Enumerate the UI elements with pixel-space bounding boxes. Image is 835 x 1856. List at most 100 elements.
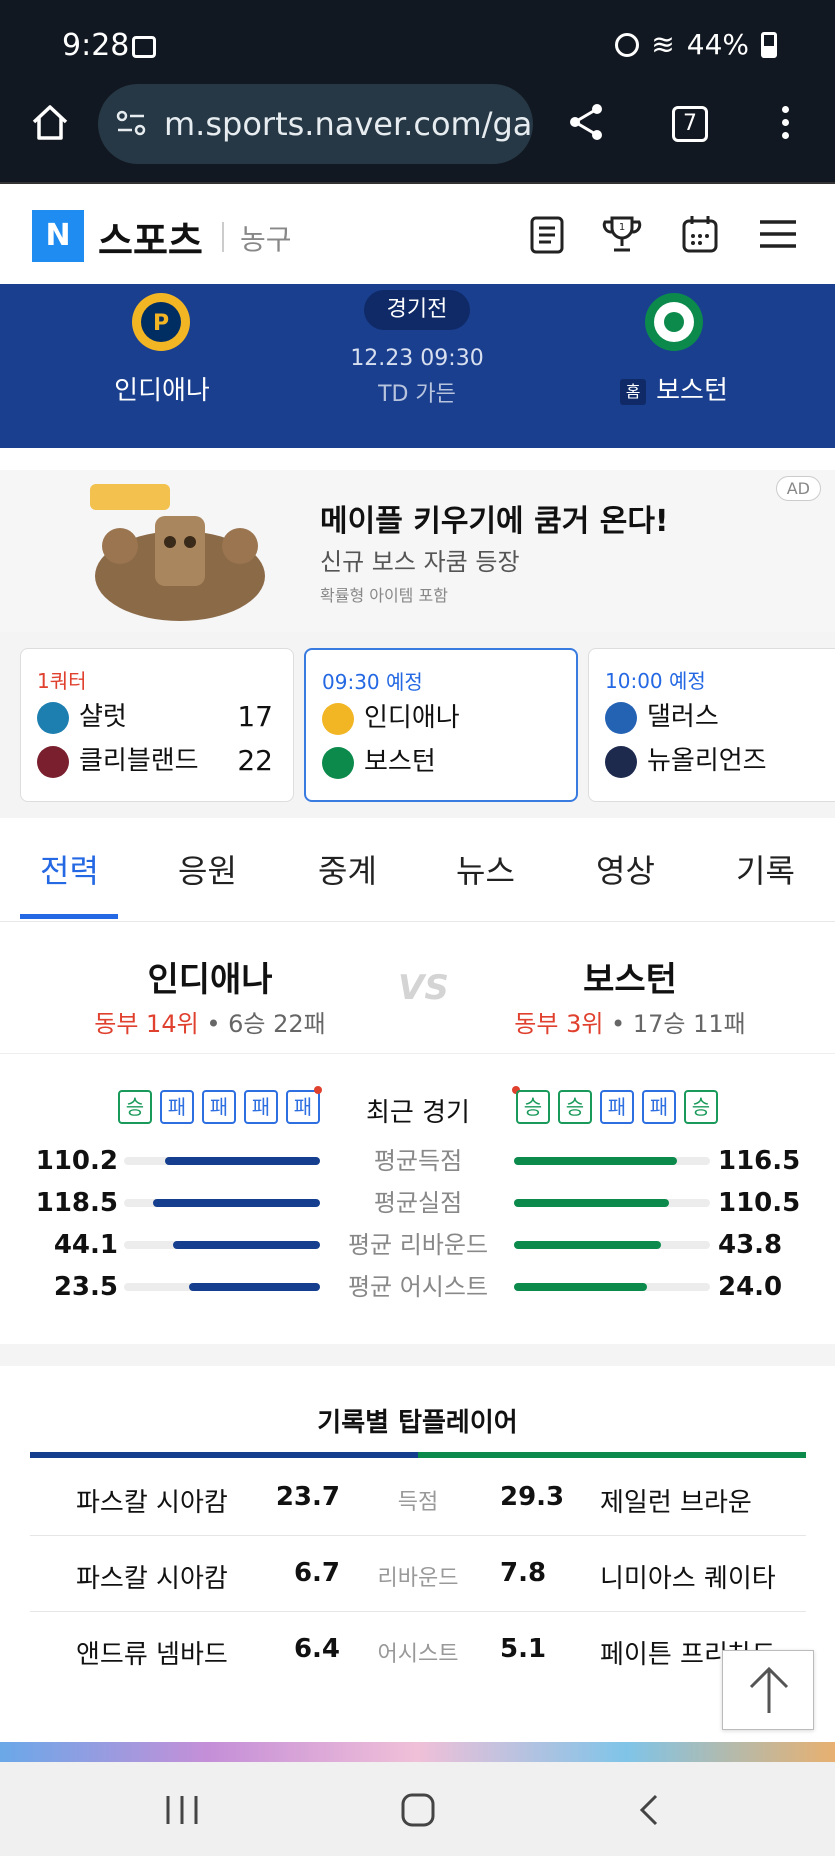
left-player-name[interactable]: 앤드류 넴바드	[76, 1634, 228, 1671]
browser-toolbar: m.sports.naver.com/ga 7	[0, 84, 835, 182]
team-name: 클리블랜드	[79, 746, 199, 776]
stat-right-fill	[514, 1157, 677, 1165]
site-title[interactable]: 스포츠	[98, 210, 203, 265]
more-menu-icon[interactable]	[782, 106, 790, 146]
game-card-status: 10:00 예정	[605, 669, 706, 693]
ad-badge[interactable]: AD	[775, 476, 821, 501]
indiana-logo[interactable]: P	[131, 292, 191, 352]
stat-row-allowed: 118.5 평균실점 110.5	[0, 1182, 835, 1224]
team-score: 17	[237, 700, 273, 733]
home-color-bar	[418, 1452, 806, 1458]
game-status-badge: 경기전	[364, 290, 470, 330]
stat-label: 평균실점	[373, 1189, 463, 1217]
versus-section: 인디애나 동부 14위 • 6승 22패 VS 보스턴 동부 3위 • 17승 …	[0, 922, 835, 1054]
news-list-icon[interactable]	[524, 212, 568, 256]
left-player-name[interactable]: 파스칼 시아캄	[76, 1482, 228, 1519]
left-player-value: 6.4	[293, 1634, 340, 1664]
tab-switcher-button[interactable]: 7	[672, 106, 708, 142]
top-player-row[interactable]: 파스칼 시아캄 23.7 득점 29.3 제일런 브라운	[30, 1460, 806, 1536]
section-divider	[0, 1344, 835, 1366]
game-card-team: 인디애나	[322, 698, 572, 738]
ad-banner[interactable]: 메이플 키우기에 쿰거 온다! 신규 보스 자쿰 등장 확률형 아이템 포함 A…	[0, 470, 835, 632]
stat-left-bar	[124, 1283, 320, 1291]
game-card-team: 보스턴	[322, 742, 572, 782]
left-player-value: 6.7	[293, 1558, 340, 1588]
result-badge: 승	[118, 1090, 152, 1124]
team-name: 인디애나	[364, 703, 460, 733]
naver-logo[interactable]: N	[32, 210, 84, 262]
back-icon[interactable]	[628, 1792, 672, 1828]
section-tabs: 전력 응원 중계 뉴스 영상 기록	[0, 818, 835, 922]
stat-row-assists: 23.5 평균 어시스트 24.0	[0, 1266, 835, 1308]
new-orleans-logo	[605, 745, 637, 778]
hamburger-menu-icon[interactable]	[756, 212, 800, 256]
left-team-winloss: 6승 22패	[228, 1010, 326, 1038]
scroll-to-top-button[interactable]	[722, 1650, 814, 1730]
result-badge: 승	[684, 1090, 718, 1124]
game-card-selected[interactable]: 09:30 예정 인디애나 보스턴	[304, 648, 578, 802]
stat-left-value: 118.5	[35, 1188, 118, 1218]
cleveland-logo	[37, 745, 69, 778]
stat-right-value: 110.5	[718, 1188, 801, 1218]
stat-right-value: 43.8	[718, 1230, 783, 1260]
home-team-name: 보스턴	[656, 376, 728, 406]
right-player-name[interactable]: 니미아스 퀘이타	[600, 1558, 776, 1595]
tab-broadcast[interactable]: 중계	[318, 846, 377, 892]
site-settings-icon[interactable]	[116, 110, 146, 136]
away-team-name[interactable]: 인디애나	[62, 370, 262, 407]
url-text: m.sports.naver.com/ga	[164, 105, 533, 143]
scoreboard-carousel[interactable]: 1쿼터 샬럿 17 클리블랜드 22 09:30 예정 인디애나 보스턴 10:00…	[0, 632, 835, 818]
ad-artwork	[90, 484, 265, 621]
stat-left-bar	[124, 1241, 320, 1249]
calendar-icon[interactable]	[678, 212, 722, 256]
stat-row-rebounds: 44.1 평균 리바운드 43.8	[0, 1224, 835, 1266]
game-card-status: 1쿼터	[37, 669, 87, 693]
right-player-name[interactable]: 제일런 브라운	[600, 1482, 752, 1519]
team-name: 보스턴	[364, 747, 436, 777]
recent-games: 승 패 패 패 패 최근 경기 승 승 패 패 승	[0, 1082, 835, 1132]
trophy-icon[interactable]: 1	[600, 212, 644, 256]
top-player-row[interactable]: 파스칼 시아캄 6.7 리바운드 7.8 니미아스 퀘이타	[30, 1536, 806, 1612]
away-color-bar	[30, 1452, 418, 1458]
game-card-team: 댈러스	[605, 697, 835, 737]
vs-mark: VS	[398, 968, 449, 1008]
tab-power[interactable]: 전력	[40, 846, 99, 892]
wifi-icon: ≋	[651, 28, 675, 61]
game-card[interactable]: 10:00 예정 댈러스 뉴올리언즈	[588, 648, 835, 802]
arrow-up-icon	[749, 1666, 789, 1713]
left-player-name[interactable]: 파스칼 시아캄	[76, 1558, 228, 1595]
game-card[interactable]: 1쿼터 샬럿 17 클리블랜드 22	[20, 648, 294, 802]
stat-category: 리바운드	[377, 1566, 459, 1591]
stat-label: 평균 리바운드	[347, 1231, 489, 1259]
stat-label: 평균 어시스트	[347, 1273, 489, 1301]
sport-category[interactable]: 농구	[240, 218, 292, 258]
top-player-row[interactable]: 앤드류 넴바드 6.4 어시스트 5.1 페이튼 프리차드	[30, 1612, 806, 1688]
stat-right-value: 24.0	[718, 1272, 783, 1302]
game-header: P 인디애나 경기전 12.23 09:30 TD 가든 홈 보스턴	[0, 284, 835, 448]
stat-right-fill	[514, 1199, 669, 1207]
tab-video[interactable]: 영상	[596, 846, 655, 892]
charlotte-logo	[37, 701, 69, 734]
tab-news[interactable]: 뉴스	[456, 846, 515, 892]
bottom-ad-strip[interactable]	[0, 1742, 835, 1762]
boston-logo[interactable]	[644, 292, 704, 352]
home-button-icon[interactable]	[396, 1792, 440, 1828]
tab-cheer[interactable]: 응원	[178, 846, 237, 892]
indiana-logo	[322, 702, 354, 735]
ad-subtitle: 신규 보스 자쿰 등장	[320, 548, 520, 576]
stat-left-value: 44.1	[53, 1230, 118, 1260]
home-team-label[interactable]: 홈 보스턴	[574, 370, 774, 407]
home-icon[interactable]	[28, 100, 72, 144]
right-team-record: 동부 3위 • 17승 11패	[514, 1010, 746, 1038]
share-icon[interactable]	[565, 100, 609, 144]
stat-left-value: 23.5	[53, 1272, 118, 1302]
tab-records[interactable]: 기록	[736, 846, 795, 892]
stat-right-fill	[514, 1241, 661, 1249]
right-player-value: 29.3	[500, 1482, 565, 1512]
latest-game-dot	[314, 1086, 322, 1094]
stat-left-fill	[188, 1283, 320, 1291]
left-team-rank: 동부 14위	[94, 1010, 199, 1038]
battery-text: 44%	[686, 28, 749, 61]
recent-apps-icon[interactable]	[160, 1792, 204, 1828]
url-bar[interactable]: m.sports.naver.com/ga	[98, 84, 533, 164]
